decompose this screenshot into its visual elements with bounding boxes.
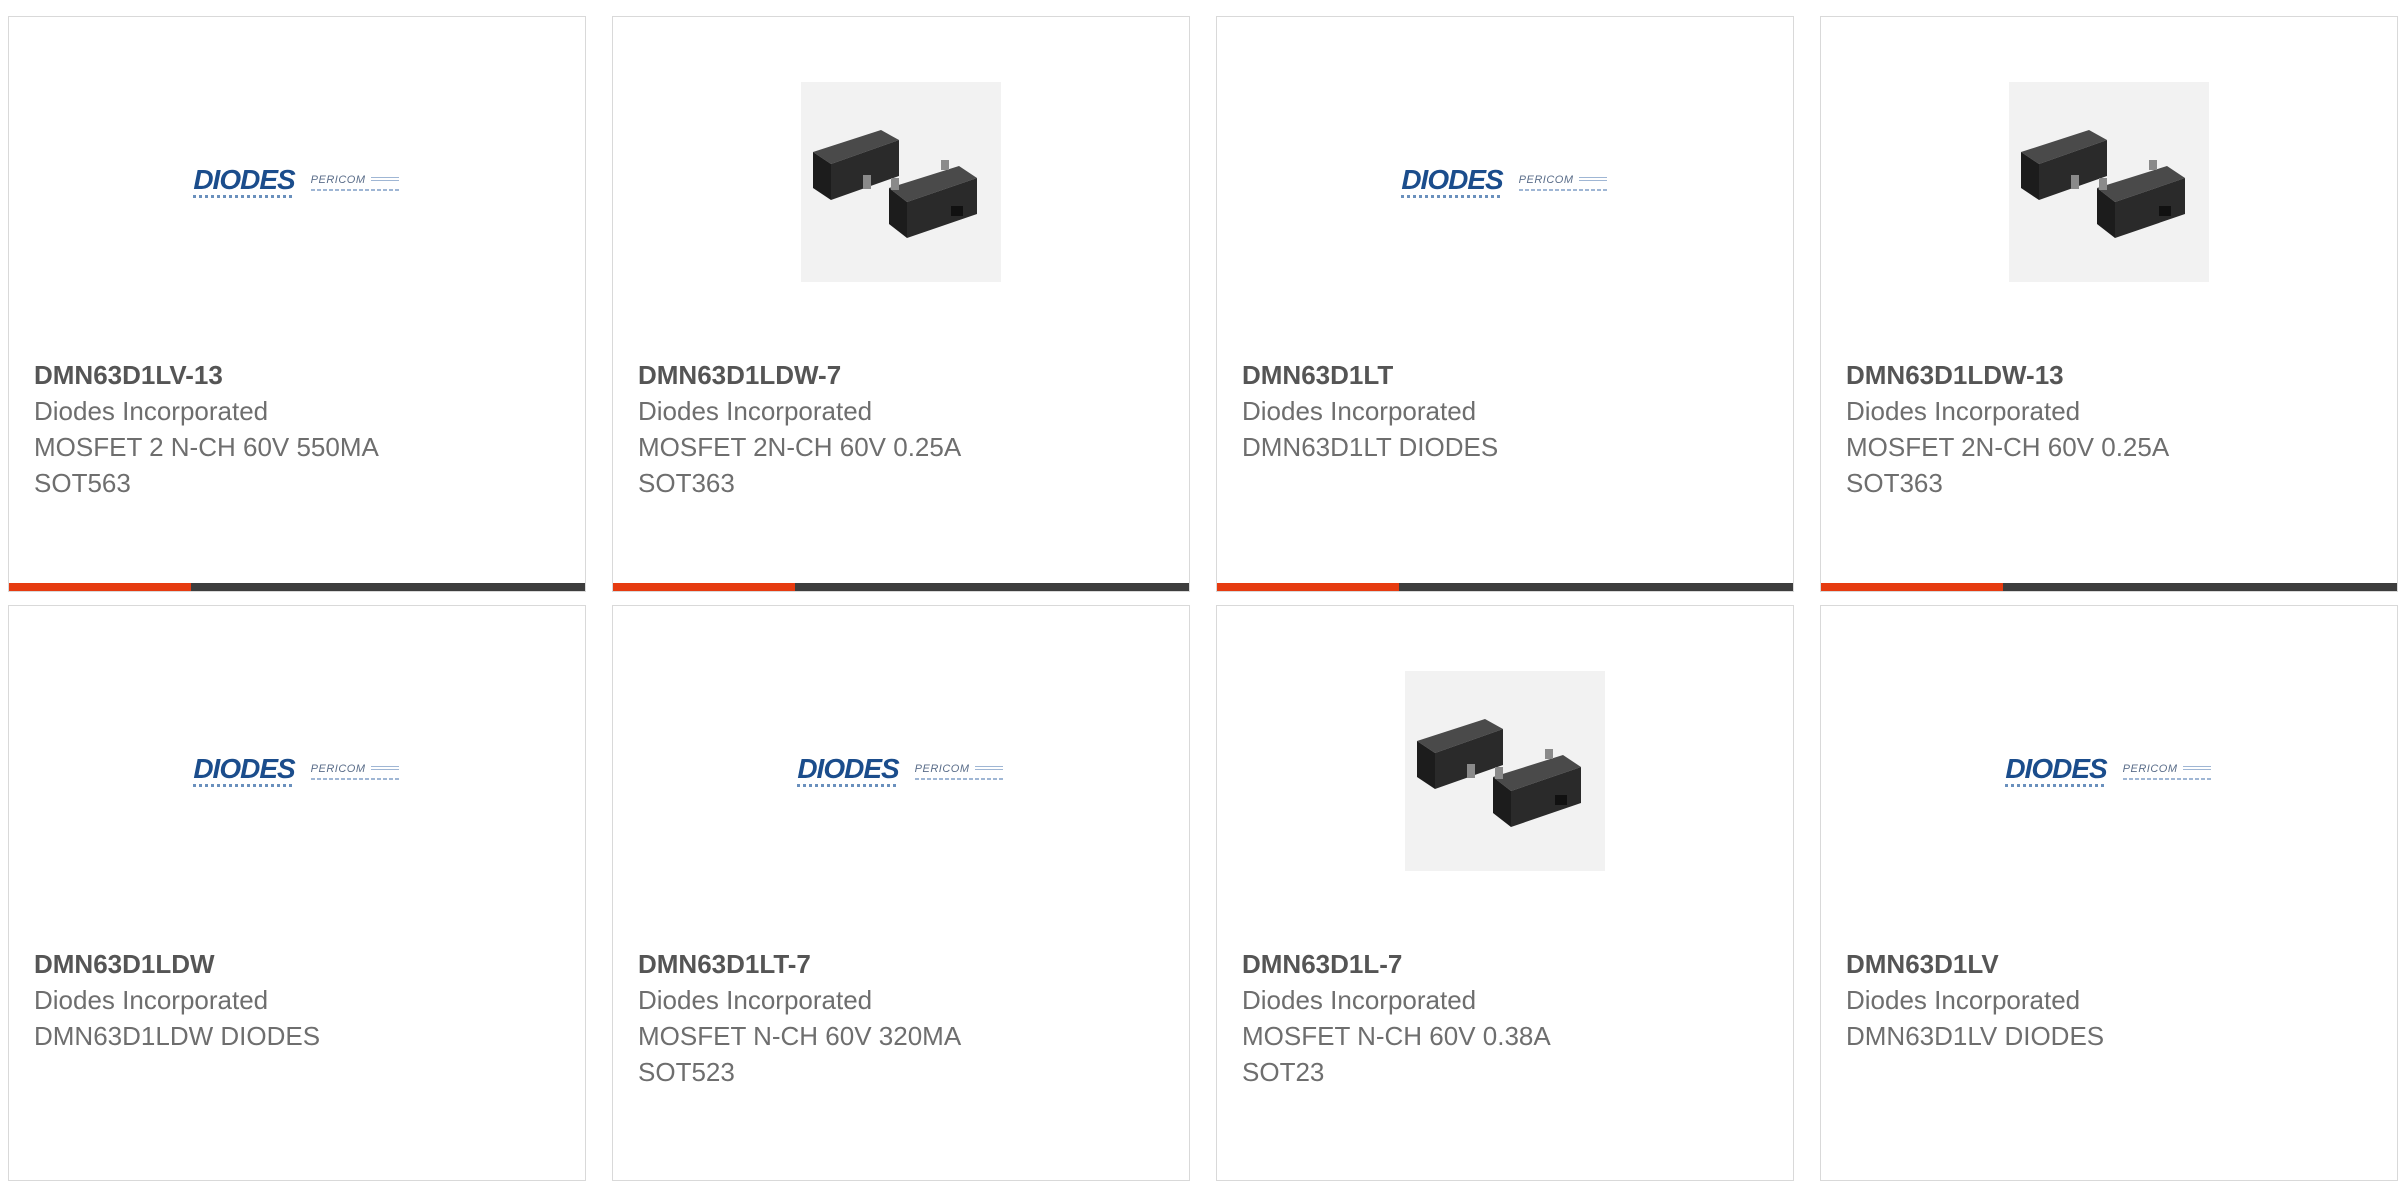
product-card[interactable]: DIODES PERICOM DMN63D1LT Diodes Incorpora… [1216,16,1794,592]
pericom-logo-text: PERICOM [915,763,1005,775]
product-image [1821,17,2397,347]
part-number[interactable]: DMN63D1LDW-13 [1846,357,2377,393]
product-card[interactable]: DMN63D1LDW-13 Diodes Incorporated MOSFET… [1820,16,2398,592]
diodes-logo-text: DIODES [2005,752,2107,784]
diodes-pericom-logo: DIODES PERICOM [193,163,401,198]
product-card[interactable]: DMN63D1L-7 Diodes Incorporated MOSFET N-… [1216,605,1794,1181]
manufacturer: Diodes Incorporated [34,985,269,1015]
part-number[interactable]: DMN63D1L-7 [1242,946,1773,982]
product-info: DMN63D1LDW Diodes Incorporated DMN63D1LD… [34,946,565,1054]
description-line: MOSFET 2N-CH 60V 0.25A [638,432,962,462]
sot-package-photo [1405,671,1605,871]
description-line: MOSFET N-CH 60V 320MA [638,1021,962,1051]
pericom-logo-text: PERICOM [311,763,401,775]
description-line: DMN63D1LDW DIODES [34,1021,321,1051]
card-footer-bar [1821,583,2397,591]
product-image: DIODES PERICOM [613,606,1189,936]
manufacturer: Diodes Incorporated [1846,396,2081,426]
product-info: DMN63D1LDW-7 Diodes Incorporated MOSFET … [638,357,1169,501]
description-line: MOSFET N-CH 60V 0.38A [1242,1021,1551,1051]
product-info: DMN63D1LV Diodes Incorporated DMN63D1LV … [1846,946,2377,1054]
manufacturer: Diodes Incorporated [1242,396,1477,426]
product-info: DMN63D1L-7 Diodes Incorporated MOSFET N-… [1242,946,1773,1090]
sot-package-photo [2009,82,2209,282]
product-grid: DIODES PERICOM DMN63D1LV-13 Diodes Incorp… [0,0,2400,1181]
sot-package-photo [801,82,1001,282]
description-line: MOSFET 2N-CH 60V 0.25A [1846,432,2170,462]
manufacturer: Diodes Incorporated [1846,985,2081,1015]
pericom-logo-text: PERICOM [2123,763,2213,775]
part-number[interactable]: DMN63D1LDW-7 [638,357,1169,393]
card-footer-bar [1217,583,1793,591]
card-accent-bar [1821,583,2003,591]
card-accent-bar [613,583,795,591]
part-number[interactable]: DMN63D1LT-7 [638,946,1169,982]
manufacturer: Diodes Incorporated [638,985,873,1015]
description-line: SOT23 [1242,1057,1325,1087]
diodes-pericom-logo: DIODES PERICOM [797,752,1005,787]
product-image [1217,606,1793,936]
description-line: SOT563 [34,468,131,498]
product-image: DIODES PERICOM [1821,606,2397,936]
product-image [613,17,1189,347]
manufacturer: Diodes Incorporated [1242,985,1477,1015]
part-number[interactable]: DMN63D1LV-13 [34,357,565,393]
part-number[interactable]: DMN63D1LDW [34,946,565,982]
manufacturer: Diodes Incorporated [638,396,873,426]
product-image: DIODES PERICOM [9,17,585,347]
diodes-logo-text: DIODES [193,163,295,195]
pericom-logo-text: PERICOM [1519,174,1609,186]
manufacturer: Diodes Incorporated [34,396,269,426]
product-card[interactable]: DIODES PERICOM DMN63D1LDW Diodes Incorpor… [8,605,586,1181]
product-image: DIODES PERICOM [1217,17,1793,347]
product-card[interactable]: DIODES PERICOM DMN63D1LT-7 Diodes Incorpo… [612,605,1190,1181]
product-card[interactable]: DIODES PERICOM DMN63D1LV Diodes Incorpora… [1820,605,2398,1181]
product-info: DMN63D1LT Diodes Incorporated DMN63D1LT … [1242,357,1773,465]
product-info: DMN63D1LT-7 Diodes Incorporated MOSFET N… [638,946,1169,1090]
diodes-logo-text: DIODES [797,752,899,784]
diodes-pericom-logo: DIODES PERICOM [193,752,401,787]
description-line: SOT363 [1846,468,1943,498]
description-line: SOT363 [638,468,735,498]
description-line: SOT523 [638,1057,735,1087]
product-image: DIODES PERICOM [9,606,585,936]
description-line: DMN63D1LT DIODES [1242,432,1499,462]
card-footer-bar [9,583,585,591]
product-info: DMN63D1LDW-13 Diodes Incorporated MOSFET… [1846,357,2377,501]
part-number[interactable]: DMN63D1LV [1846,946,2377,982]
product-card[interactable]: DIODES PERICOM DMN63D1LV-13 Diodes Incorp… [8,16,586,592]
diodes-pericom-logo: DIODES PERICOM [2005,752,2213,787]
diodes-logo-text: DIODES [193,752,295,784]
pericom-logo-text: PERICOM [311,174,401,186]
card-accent-bar [1217,583,1399,591]
description-line: MOSFET 2 N-CH 60V 550MA [34,432,379,462]
card-footer-bar [613,583,1189,591]
product-info: DMN63D1LV-13 Diodes Incorporated MOSFET … [34,357,565,501]
diodes-logo-text: DIODES [1401,163,1503,195]
description-line: DMN63D1LV DIODES [1846,1021,2105,1051]
diodes-pericom-logo: DIODES PERICOM [1401,163,1609,198]
part-number[interactable]: DMN63D1LT [1242,357,1773,393]
card-accent-bar [9,583,191,591]
product-card[interactable]: DMN63D1LDW-7 Diodes Incorporated MOSFET … [612,16,1190,592]
